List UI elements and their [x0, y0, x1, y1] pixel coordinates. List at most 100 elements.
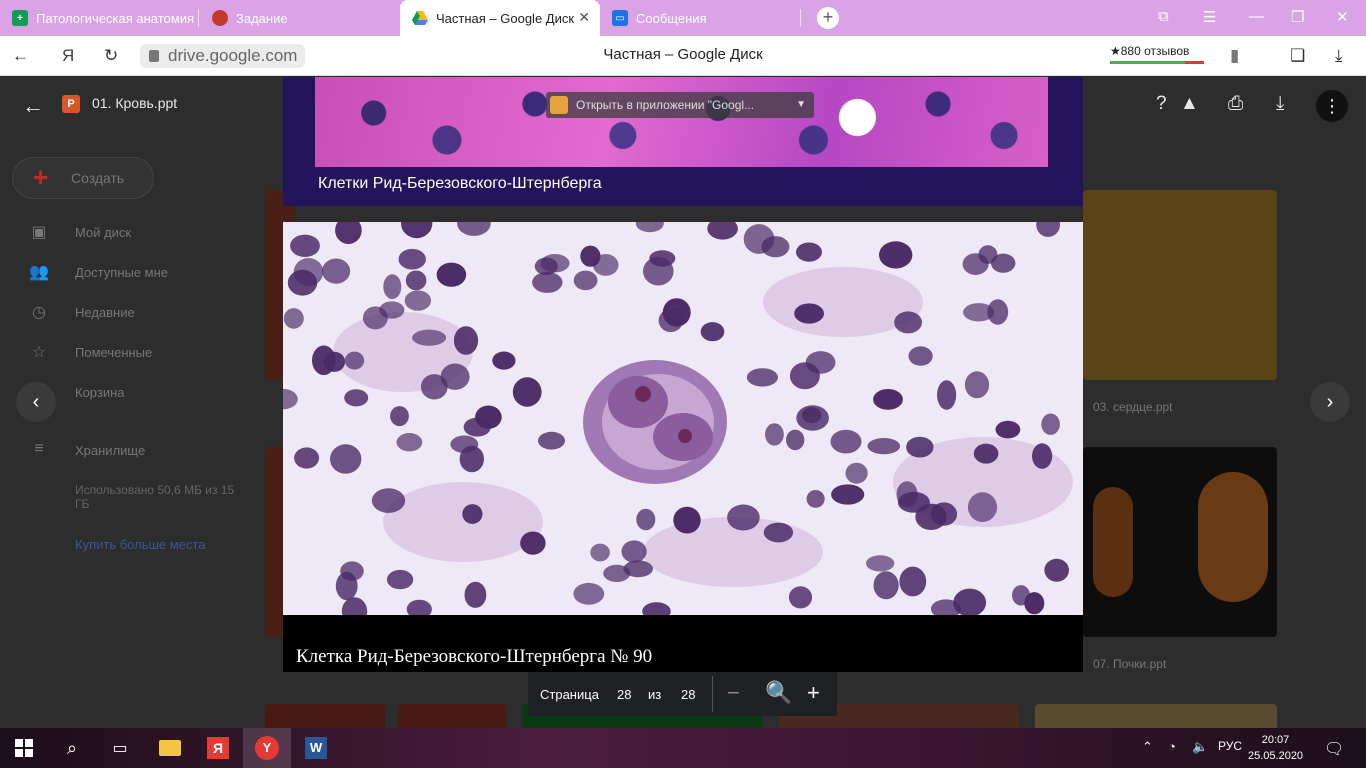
rating-bar: [1110, 61, 1204, 64]
cell-nucleus: [899, 566, 927, 597]
open-in-app-button[interactable]: Открыть в приложении "Googl... ▼: [546, 92, 814, 118]
micrograph-illustration: [283, 222, 1083, 615]
cell-nucleus: [636, 508, 656, 531]
url-field[interactable]: drive.google.com: [140, 44, 306, 68]
add-to-drive-icon[interactable]: ▲: [1180, 93, 1199, 115]
cell-nucleus: [991, 253, 1016, 273]
restore-icon[interactable]: ❐: [1291, 8, 1304, 26]
cell-nucleus: [1044, 558, 1069, 582]
cell-nucleus: [995, 420, 1021, 439]
cell-nucleus: [805, 351, 836, 374]
new-tab-button[interactable]: +: [817, 7, 839, 29]
create-label: Создать: [71, 170, 125, 186]
sidebar-item-recent[interactable]: ◷ Недавние: [0, 295, 250, 331]
cell-nucleus: [532, 271, 563, 293]
sidebar-item-storage[interactable]: ≡ Хранилище: [0, 433, 250, 469]
cell-nucleus: [603, 564, 631, 582]
zoom-out-icon[interactable]: −: [727, 681, 740, 705]
close-window-icon[interactable]: ✕: [1336, 8, 1349, 26]
cell-nucleus: [371, 488, 406, 513]
page-of-label: из: [648, 687, 662, 702]
tab-assignment[interactable]: Задание: [200, 0, 396, 36]
word-icon[interactable]: W: [292, 728, 340, 768]
back-arrow-icon[interactable]: ←: [22, 93, 44, 119]
cell-nucleus: [967, 492, 998, 522]
close-tab-icon[interactable]: ✕: [578, 9, 590, 26]
more-options-button[interactable]: ⋮: [1316, 90, 1348, 122]
notifications-icon[interactable]: 🗨: [1324, 739, 1344, 759]
clock[interactable]: 20:07 25.05.2020: [1248, 732, 1303, 764]
cell-nucleus: [340, 561, 364, 581]
tabs-manager-icon[interactable]: ⧉: [1158, 8, 1169, 25]
yandex-app-icon[interactable]: Я: [194, 728, 242, 768]
cell-nucleus: [845, 462, 868, 484]
cell-nucleus: [786, 429, 805, 451]
cell-nucleus: [662, 298, 691, 327]
network-icon[interactable]: ◔: [1168, 739, 1176, 754]
reviews-text: ★880 отзывов: [1110, 44, 1190, 58]
reviews-badge[interactable]: ★880 отзывов: [1110, 44, 1204, 64]
file-thumbnail[interactable]: [1083, 447, 1277, 637]
yandex-browser-icon[interactable]: Y: [243, 728, 291, 768]
open-in-app-label: Открыть в приложении "Googl...: [576, 98, 755, 112]
search-icon[interactable]: ⌕: [48, 728, 96, 768]
volume-icon[interactable]: 🔈: [1192, 739, 1208, 755]
plus-icon: +: [33, 162, 49, 192]
back-icon[interactable]: ←: [12, 46, 29, 66]
clock-time: 20:07: [1261, 734, 1290, 746]
file-explorer-icon[interactable]: [146, 728, 194, 768]
tab-pathology[interactable]: + Патологическая анатомия: [0, 0, 196, 36]
cell-nucleus: [450, 435, 479, 454]
cell-nucleus: [573, 270, 598, 291]
menu-icon[interactable]: ☰: [1203, 8, 1216, 26]
next-file-button[interactable]: ›: [1310, 382, 1350, 422]
cell-nucleus: [405, 270, 427, 291]
cell-nucleus: [879, 241, 913, 269]
create-button[interactable]: + Создать: [12, 157, 154, 199]
cell-nucleus: [796, 242, 822, 262]
file-name: 01. Кровь.ppt: [92, 95, 178, 111]
chevron-up-icon[interactable]: ⌃: [1142, 739, 1153, 755]
cell-nucleus: [512, 377, 542, 407]
chevron-down-icon[interactable]: ▼: [796, 92, 806, 118]
collections-icon[interactable]: ❏: [1290, 46, 1305, 66]
tab-title: Патологическая анатомия: [36, 10, 194, 26]
help-icon[interactable]: ?: [1156, 93, 1167, 115]
current-slide: Клетка Рид-Березовского-Штернберга № 90: [283, 222, 1083, 672]
cell-nucleus: [462, 504, 483, 524]
cell-nucleus: [283, 308, 304, 329]
cell-nucleus: [802, 407, 822, 424]
downloads-icon[interactable]: ⤓: [1335, 46, 1343, 66]
previous-file-button[interactable]: ‹: [16, 382, 56, 422]
download-icon[interactable]: ⤓: [1276, 93, 1284, 115]
print-icon[interactable]: ⎙: [1228, 93, 1243, 115]
cell-nucleus: [475, 405, 502, 429]
start-button[interactable]: [0, 728, 48, 768]
cell-nucleus: [412, 329, 447, 346]
page-current[interactable]: 28: [617, 687, 631, 702]
cell-nucleus: [453, 326, 479, 355]
tab-google-drive[interactable]: Частная – Google Диск ✕: [400, 0, 600, 36]
cell-nucleus: [746, 368, 778, 387]
sidebar-item-label: Хранилище: [75, 443, 146, 458]
cell-nucleus: [873, 571, 899, 600]
tab-messages[interactable]: ▭ Сообщения: [600, 0, 796, 36]
sidebar-item-shared[interactable]: 👥 Доступные мне: [0, 255, 250, 291]
zoom-icon[interactable]: 🔍: [765, 681, 792, 705]
file-thumbnail[interactable]: [1083, 190, 1277, 380]
reload-icon[interactable]: ↻: [104, 46, 118, 66]
sidebar-item-my-drive[interactable]: ▣ Мой диск: [0, 215, 250, 251]
cell-nucleus: [794, 303, 824, 324]
tab-title: Задание: [236, 10, 288, 26]
url-text: drive.google.com: [168, 46, 298, 65]
task-view-icon[interactable]: ▭: [96, 728, 144, 768]
language-indicator[interactable]: РУС: [1218, 739, 1242, 753]
slide-image-stained-cells: [315, 77, 1048, 167]
buy-storage-link[interactable]: Купить больше места: [75, 537, 205, 552]
zoom-in-icon[interactable]: +: [807, 681, 820, 705]
bookmark-icon[interactable]: ▮: [1230, 46, 1239, 66]
cell-nucleus: [590, 543, 610, 562]
minimize-icon[interactable]: —: [1249, 8, 1264, 25]
sidebar-item-starred[interactable]: ☆ Помеченные: [0, 335, 250, 371]
yandex-icon[interactable]: Я: [62, 46, 74, 66]
